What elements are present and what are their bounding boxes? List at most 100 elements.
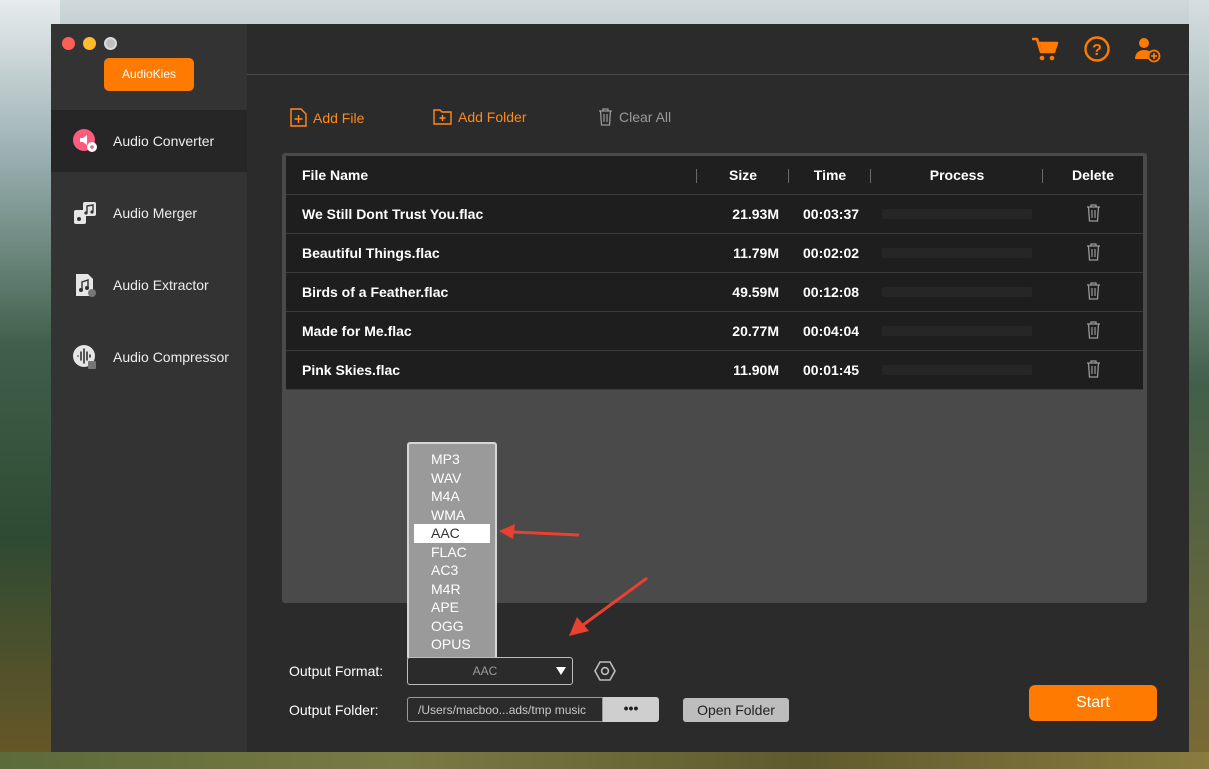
file-time-cell: 00:04:04 (803, 323, 860, 339)
annotation-arrow-format (569, 576, 648, 636)
add-file-button[interactable]: Add File (290, 108, 364, 127)
output-folder-label: Output Folder: (289, 702, 379, 718)
svg-text:?: ? (1092, 42, 1102, 59)
delete-button[interactable] (1043, 281, 1143, 303)
format-option-wav[interactable]: WAV (409, 469, 495, 488)
file-name-cell: Pink Skies.flac (302, 362, 401, 378)
process-cell (871, 248, 1043, 258)
format-option-wma[interactable]: WMA (409, 506, 495, 525)
table-row[interactable]: We Still Dont Trust You.flac 21.93M 00:0… (286, 195, 1143, 234)
annotation-arrow-aac (499, 524, 580, 539)
file-size-cell: 11.79M (733, 245, 779, 261)
format-option-ape[interactable]: APE (409, 598, 495, 617)
open-folder-button[interactable]: Open Folder (683, 698, 789, 722)
file-name-cell: Made for Me.flac (302, 323, 412, 339)
desktop-background-bottom (0, 752, 1209, 769)
desktop-background-right (1189, 0, 1209, 769)
file-name-cell: Beautiful Things.flac (302, 245, 440, 261)
user-add-icon[interactable] (1133, 35, 1161, 63)
format-option-aac[interactable]: AAC (414, 524, 490, 543)
clear-all-button[interactable]: Clear All (598, 108, 671, 126)
trash-icon (1086, 281, 1101, 303)
delete-button[interactable] (1043, 320, 1143, 342)
table-row[interactable]: Birds of a Feather.flac 49.59M 00:12:08 (286, 273, 1143, 312)
browse-folder-button[interactable]: ••• (603, 697, 659, 722)
file-size-cell: 49.59M (732, 284, 779, 300)
file-time-cell: 00:02:02 (803, 245, 860, 261)
delete-button[interactable] (1043, 242, 1143, 264)
sidebar-item-label: Audio Merger (113, 205, 198, 221)
file-size-cell: 20.77M (732, 323, 779, 339)
process-cell (871, 326, 1043, 336)
process-cell (871, 209, 1043, 219)
trash-icon (1086, 242, 1101, 264)
progress-bar (882, 287, 1032, 297)
help-icon[interactable]: ? (1083, 35, 1111, 63)
column-header-delete: Delete (1071, 167, 1115, 183)
zoom-window-button[interactable] (104, 37, 117, 50)
format-dropdown-list: MP3 WAV M4A WMA AAC FLAC AC3 M4R APE OGG… (407, 442, 497, 660)
add-file-label: Add File (313, 109, 365, 126)
format-option-mp3[interactable]: MP3 (409, 450, 495, 469)
sidebar-item-label: Audio Extractor (113, 277, 209, 293)
format-option-ac3[interactable]: AC3 (409, 561, 495, 580)
format-option-m4a[interactable]: M4A (409, 487, 495, 506)
output-folder-path[interactable]: /Users/macboo...ads/tmp music (407, 697, 603, 722)
column-header-file-name: File Name (286, 167, 697, 183)
file-time-cell: 00:12:08 (803, 284, 860, 300)
column-header-time: Time (789, 167, 871, 183)
file-name-cell: We Still Dont Trust You.flac (302, 206, 484, 222)
table-row[interactable]: Pink Skies.flac 11.90M 00:01:45 (286, 351, 1143, 390)
trash-icon (1086, 203, 1101, 225)
format-settings-icon[interactable] (594, 660, 616, 682)
process-cell (871, 365, 1043, 375)
format-option-m4r[interactable]: M4R (409, 580, 495, 599)
audio-compressor-icon (72, 344, 98, 370)
progress-bar (882, 326, 1032, 336)
audio-merger-icon (72, 200, 98, 226)
file-name-cell: Birds of a Feather.flac (302, 284, 449, 300)
sidebar-item-label: Audio Converter (113, 133, 215, 149)
table-row[interactable]: Beautiful Things.flac 11.79M 00:02:02 (286, 234, 1143, 273)
sidebar-item-audio-extractor[interactable]: Audio Extractor (51, 254, 247, 316)
brand-badge: AudioKies (104, 58, 194, 91)
column-header-size: Size (697, 167, 789, 183)
file-size-cell: 11.90M (733, 362, 779, 378)
trash-icon (598, 108, 613, 126)
progress-bar (882, 248, 1032, 258)
audio-converter-icon (72, 128, 98, 154)
add-folder-label: Add Folder (458, 108, 527, 125)
top-bar: ? (247, 24, 1189, 75)
sidebar-item-label: Audio Compressor (113, 349, 229, 365)
audio-extractor-icon (72, 272, 98, 298)
output-format-select[interactable]: AAC (407, 657, 573, 685)
output-format-label: Output Format: (289, 663, 384, 679)
close-window-button[interactable] (62, 37, 75, 50)
format-option-ogg[interactable]: OGG (409, 617, 495, 636)
trash-icon (1086, 359, 1101, 381)
sidebar: AudioKies Audio Converter Audio Merger A… (51, 24, 247, 752)
minimize-window-button[interactable] (83, 37, 96, 50)
file-time-cell: 00:03:37 (803, 206, 860, 222)
format-option-opus[interactable]: OPUS (409, 635, 495, 654)
delete-button[interactable] (1043, 359, 1143, 381)
output-format-value: AAC (472, 664, 498, 678)
table-row[interactable]: Made for Me.flac 20.77M 00:04:04 (286, 312, 1143, 351)
sidebar-item-audio-converter[interactable]: Audio Converter (51, 110, 247, 172)
file-time-cell: 00:01:45 (803, 362, 860, 378)
add-folder-button[interactable]: Add Folder (433, 108, 526, 125)
column-header-process: Process (871, 167, 1043, 183)
add-file-icon (290, 108, 307, 127)
progress-bar (882, 209, 1032, 219)
add-folder-icon (433, 108, 452, 125)
sidebar-item-audio-merger[interactable]: Audio Merger (51, 182, 247, 244)
clear-all-label: Clear All (619, 109, 672, 125)
app-window: AudioKies Audio Converter Audio Merger A… (51, 24, 1189, 752)
cart-icon[interactable] (1031, 35, 1059, 63)
sidebar-item-audio-compressor[interactable]: Audio Compressor (51, 326, 247, 388)
start-button[interactable]: Start (1029, 685, 1157, 721)
delete-button[interactable] (1043, 203, 1143, 225)
format-option-flac[interactable]: FLAC (409, 543, 495, 562)
chevron-down-icon (550, 666, 572, 676)
file-size-cell: 21.93M (732, 206, 779, 222)
